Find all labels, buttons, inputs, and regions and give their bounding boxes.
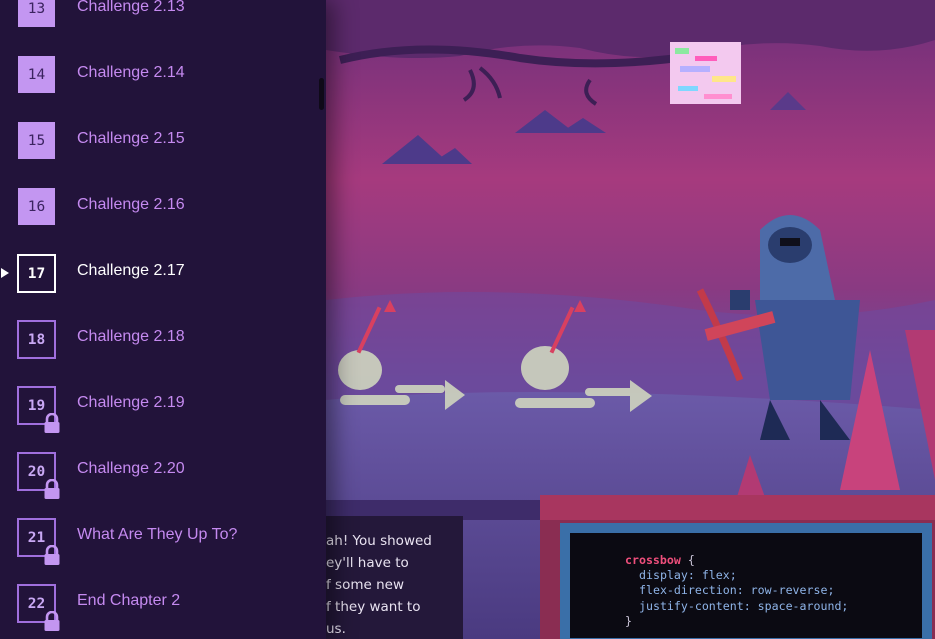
level-item-18[interactable]: 18 Challenge 2.18	[0, 320, 318, 376]
level-label: Challenge 2.15	[77, 130, 185, 147]
level-item-20[interactable]: 20 Challenge 2.20	[0, 452, 318, 508]
code-selector-line: crossbow {	[625, 553, 922, 568]
level-item-13[interactable]: 13 Challenge 2.13	[0, 0, 318, 46]
level-item-22[interactable]: 22 End Chapter 2	[0, 584, 318, 639]
level-list-sidebar: 13 Challenge 2.13 14 Challenge 2.14 15 C…	[0, 0, 326, 639]
level-label: Challenge 2.14	[77, 64, 185, 81]
level-label: Challenge 2.17	[77, 262, 185, 279]
level-item-17[interactable]: 17 Challenge 2.17	[0, 254, 318, 310]
level-number-box: 17	[17, 254, 56, 293]
level-label: Challenge 2.13	[77, 0, 185, 15]
code-line: flex-direction: row-reverse;	[639, 583, 835, 598]
lock-icon	[44, 611, 60, 631]
level-label: Challenge 2.18	[77, 328, 185, 345]
code-line: justify-content: space-around;	[639, 598, 849, 613]
level-item-16[interactable]: 16 Challenge 2.16	[0, 188, 318, 244]
level-item-14[interactable]: 14 Challenge 2.14	[0, 56, 318, 112]
level-label: Challenge 2.16	[77, 196, 185, 213]
dialog-text: ah! You showed ey'll have to f some new …	[326, 533, 432, 637]
play-marker-icon	[1, 268, 9, 278]
lock-icon	[44, 413, 60, 433]
code-line: display: flex;	[639, 568, 737, 583]
level-number-box: 14	[18, 56, 55, 93]
code-editor: crossbow { display: flex; flex-direction…	[570, 533, 922, 638]
level-label: What Are They Up To?	[77, 526, 238, 543]
level-item-19[interactable]: 19 Challenge 2.19	[0, 386, 318, 442]
level-item-21[interactable]: 21 What Are They Up To?	[0, 518, 318, 574]
level-number-box: 15	[18, 122, 55, 159]
code-panel: crossbow { display: flex; flex-direction…	[560, 523, 932, 639]
sidebar-scrollbar[interactable]	[319, 78, 324, 110]
level-label: Challenge 2.20	[77, 460, 185, 477]
level-label: Challenge 2.19	[77, 394, 185, 411]
level-number-box: 18	[17, 320, 56, 359]
lock-icon	[44, 479, 60, 499]
code-selector: crossbow	[625, 553, 681, 567]
level-number-box: 13	[18, 0, 55, 27]
code-open-brace: {	[687, 553, 695, 567]
level-number-box: 16	[18, 188, 55, 225]
code-close-brace: }	[625, 613, 632, 628]
level-label: End Chapter 2	[77, 592, 181, 609]
lock-icon	[44, 545, 60, 565]
level-item-15[interactable]: 15 Challenge 2.15	[0, 122, 318, 178]
